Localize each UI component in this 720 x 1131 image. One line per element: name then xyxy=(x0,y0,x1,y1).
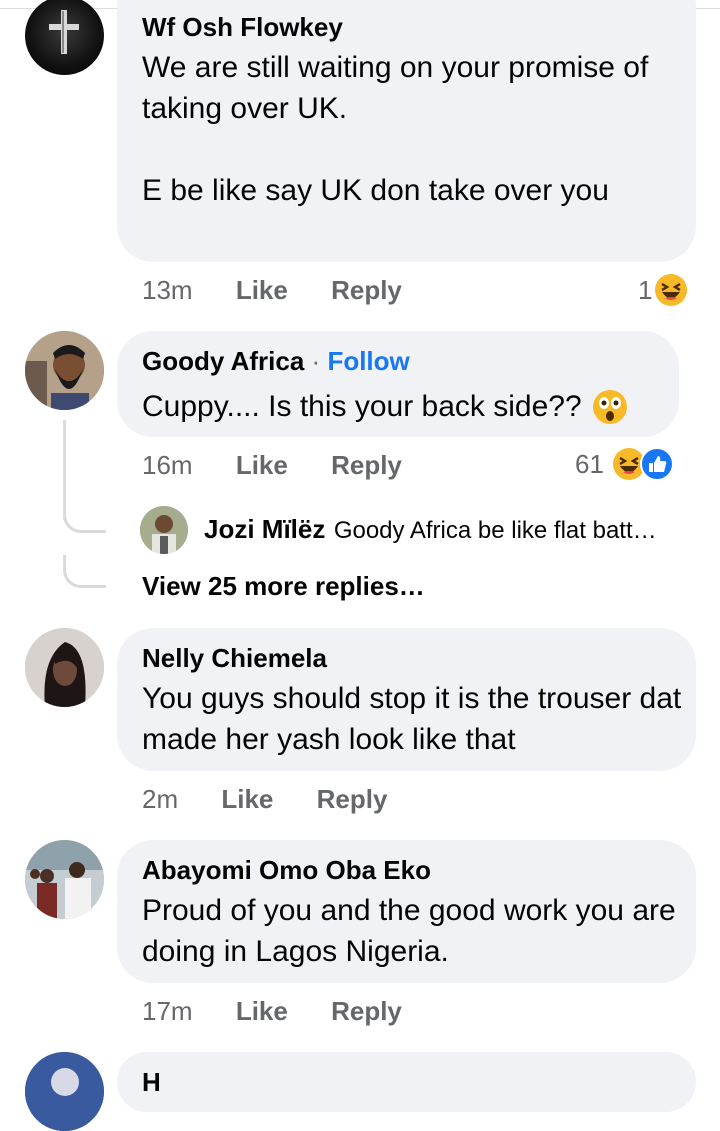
comment-actions: 16m Like Reply xyxy=(142,450,402,481)
profile-photo xyxy=(25,840,104,919)
astonished-emoji xyxy=(592,389,627,424)
comment-author[interactable]: Goody Africa xyxy=(142,346,304,376)
comment-author[interactable]: H xyxy=(142,1067,161,1098)
avatar-goody-africa[interactable] xyxy=(25,331,104,410)
thread-connector xyxy=(63,555,106,588)
thread-connector xyxy=(63,500,106,533)
comment-text: We are still waiting on your promise of … xyxy=(142,51,649,125)
reply-preview[interactable]: Jozi Mïlëz Goody Africa be like flat bat… xyxy=(204,514,704,545)
like-button[interactable]: Like xyxy=(236,450,288,480)
avatar-jozi-milez[interactable] xyxy=(140,506,188,554)
comment-timestamp[interactable]: 2m xyxy=(142,784,178,814)
avatar-next-commenter[interactable] xyxy=(25,1052,104,1131)
separator-dot: · xyxy=(311,346,321,376)
comment-text: You guys should stop it is the trouser d… xyxy=(142,682,682,756)
reaction-summary[interactable]: 61 xyxy=(575,447,674,481)
reply-button[interactable]: Reply xyxy=(331,450,402,480)
comment-actions: 17m Like Reply xyxy=(142,996,402,1027)
comment-text-line: Cuppy.... Is this your back side?? xyxy=(142,386,628,427)
comment-author[interactable]: Nelly Chiemela xyxy=(142,643,327,674)
comment-actions: 13m Like Reply xyxy=(142,275,402,306)
comment-text: Cuppy.... Is this your back side?? xyxy=(142,390,582,423)
avatar-abayomi-omo-oba-eko[interactable] xyxy=(25,840,104,919)
cross-pendant-icon xyxy=(49,10,79,54)
comment-timestamp[interactable]: 17m xyxy=(142,996,193,1026)
like-button[interactable]: Like xyxy=(236,996,288,1026)
comment-text: Proud of you and the good work you are d… xyxy=(142,894,676,968)
like-button[interactable]: Like xyxy=(221,784,273,814)
profile-photo xyxy=(25,1052,104,1131)
profile-photo xyxy=(25,331,104,410)
reply-button[interactable]: Reply xyxy=(331,275,402,305)
avatar-nelly-chiemela[interactable] xyxy=(25,628,104,707)
avatar-wf-osh-flowkey[interactable] xyxy=(25,0,104,75)
reply-button[interactable]: Reply xyxy=(331,996,402,1026)
comment-author[interactable]: Wf Osh Flowkey xyxy=(142,12,343,43)
comment-text: E be like say UK don take over you xyxy=(142,174,609,207)
follow-button[interactable]: Follow xyxy=(327,346,409,376)
reply-button[interactable]: Reply xyxy=(317,784,388,814)
view-more-replies[interactable]: View 25 more replies… xyxy=(142,571,425,602)
laughing-emoji xyxy=(655,274,688,306)
comment-timestamp[interactable]: 13m xyxy=(142,275,193,305)
profile-photo xyxy=(140,506,188,554)
reaction-summary[interactable]: 1 xyxy=(638,273,688,307)
comment-author-line: Goody Africa · Follow xyxy=(142,346,410,377)
comment-actions: 2m Like Reply xyxy=(142,784,387,815)
reply-text: Goody Africa be like flat batt… xyxy=(333,517,657,544)
reply-author[interactable]: Jozi Mïlëz xyxy=(204,514,325,544)
reaction-count: 61 xyxy=(575,448,604,479)
comment-bubble xyxy=(117,1052,696,1112)
comment-timestamp[interactable]: 16m xyxy=(142,450,193,480)
profile-photo xyxy=(25,628,104,707)
comment-author[interactable]: Abayomi Omo Oba Eko xyxy=(142,855,431,886)
reaction-count: 1 xyxy=(638,274,653,305)
like-button[interactable]: Like xyxy=(236,275,288,305)
like-reaction-icon xyxy=(639,447,674,481)
